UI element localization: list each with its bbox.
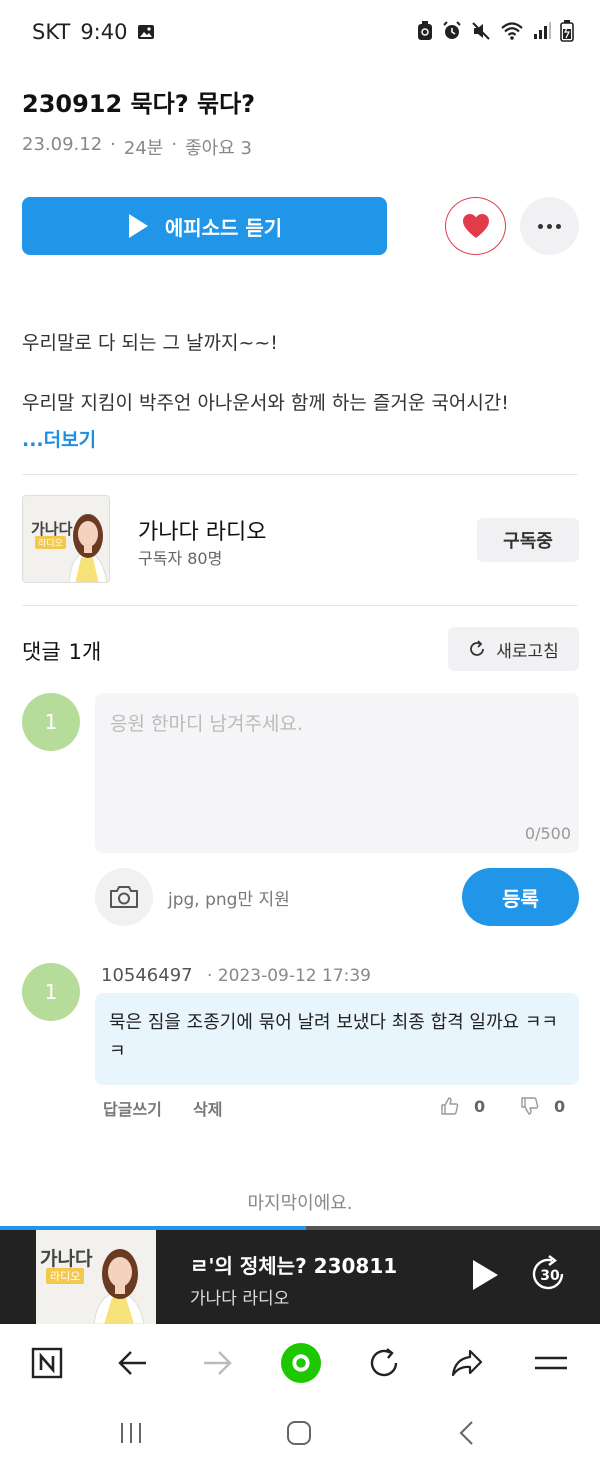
char-counter: 0/500 [524,824,571,843]
back-icon [459,1421,473,1445]
thumb-subtitle: 라디오 [46,1268,85,1284]
comment-like-button[interactable]: 0 [440,1096,485,1116]
meta-separator: · [110,134,116,155]
delete-comment-button[interactable]: 삭제 [193,1096,222,1120]
naver-home-icon [280,1342,322,1384]
reload-icon [370,1348,398,1377]
back-arrow-icon [118,1351,146,1375]
commenter-avatar: 1 [22,963,80,1021]
alarm-icon [443,21,461,39]
comment-author: 10546497 [101,965,193,986]
skip-seconds-label: 30 [540,1268,560,1284]
comment-like-count: 0 [474,1096,486,1116]
episode-duration: 24분 [123,138,164,159]
forward-button[interactable] [196,1342,238,1384]
naver-n-icon [31,1347,63,1379]
reply-button[interactable]: 답글쓰기 [103,1096,162,1120]
share-button[interactable] [446,1342,488,1384]
heart-icon [462,214,489,238]
listen-episode-label: 에피소드 듣기 [164,215,283,240]
divider [22,474,578,475]
player-play-button[interactable] [470,1258,500,1296]
refresh-comments-button[interactable]: 새로고침 [448,627,579,671]
system-navigation-bar [0,1400,600,1467]
thumbs-down-icon [521,1097,539,1115]
home-icon [287,1421,311,1445]
episode-description-line-2: 우리말 지킴이 박주언 아나운서와 함께 하는 즐거운 국어시간! [22,392,509,414]
player-channel-name: 가나다 라디오 [190,1289,290,1309]
channel-subscriber-count: 구독자 80명 [138,549,223,568]
status-left: SKT 9:40 [32,20,155,44]
channel-name[interactable]: 가나다 라디오 [138,514,266,546]
mute-icon [472,22,490,40]
thumb-title: 가나다 [40,1248,93,1270]
channel-thumbnail[interactable]: 가나다 라디오 [22,495,110,583]
menu-button[interactable] [530,1342,572,1384]
comment-input[interactable]: 응원 한마디 남겨주세요. 0/500 [95,693,579,853]
clock: 9:40 [80,20,128,44]
forward-arrow-icon [204,1351,232,1375]
upload-format-hint: jpg, png만 지원 [168,890,290,910]
comments-title: 댓글 [22,640,61,664]
dot-icon [556,223,561,229]
recent-apps-icon [121,1423,141,1443]
submit-comment-button[interactable]: 등록 [462,868,579,926]
episode-date: 23.09.12 [22,134,103,155]
browser-toolbar [0,1324,600,1400]
refresh-icon [470,640,485,656]
dot-icon [538,223,543,229]
carrier-label: SKT [32,20,71,44]
like-button[interactable] [445,197,506,255]
refresh-label: 새로고침 [496,641,559,662]
more-options-button[interactable] [520,197,579,255]
player-thumbnail: 가나다 라디오 [36,1230,156,1324]
home-button[interactable] [284,1418,314,1448]
reload-button[interactable] [363,1342,405,1384]
status-right [417,20,574,42]
comment-date: · 2023-09-12 17:39 [207,966,371,986]
mini-player[interactable]: 가나다 라디오 ㄹ'의 정체는? 230811 가나다 라디오 30 [0,1226,600,1324]
comments-count: 1개 [68,640,102,664]
status-bar: SKT 9:40 [0,0,600,66]
menu-icon [535,1356,567,1370]
episode-description-line-1: 우리말로 다 되는 그 날까지~~! [22,332,278,354]
listen-episode-button[interactable]: 에피소드 듣기 [22,197,387,255]
system-back-button[interactable] [452,1418,482,1448]
naver-home-button[interactable] [280,1342,322,1384]
episode-likes: 좋아요 3 [185,138,252,159]
comment-dislike-button[interactable]: 0 [520,1096,565,1116]
naver-n-button[interactable] [26,1342,68,1384]
wifi-icon [501,22,523,40]
show-more-link[interactable]: ...더보기 [22,425,96,452]
dot-icon [547,223,552,229]
gallery-icon [138,25,155,39]
comment-input-placeholder: 응원 한마디 남겨주세요. [110,713,303,735]
skip-forward-button[interactable]: 30 [530,1254,570,1298]
comment-dislike-count: 0 [554,1096,566,1116]
divider [22,605,578,606]
play-icon [128,214,148,238]
battery-icon [560,20,574,42]
episode-title: 230912 묵다? 묶다? [22,90,256,118]
thumbs-up-icon [441,1097,459,1115]
comment-text: 묵은 짐을 조종기에 묶어 날려 보냈다 최종 합격 일까요 ㅋㅋㅋ [95,993,579,1085]
end-of-list-label: 마지막이에요. [247,1193,353,1214]
signal-icon [534,22,551,39]
recent-apps-button[interactable] [116,1418,146,1448]
player-episode-title: ㄹ'의 정체는? 230811 [190,1254,398,1278]
meta-separator: · [171,134,178,155]
recycle-icon [418,21,432,40]
attach-photo-button[interactable] [95,868,153,926]
episode-meta: 23.09.12 · 24분 · 좋아요 3 [22,134,252,160]
comments-header: 댓글 1개 [22,636,101,666]
play-icon [473,1260,498,1290]
camera-icon [110,886,138,908]
skip-forward-30-icon: 30 [532,1255,564,1290]
my-avatar: 1 [22,693,80,751]
back-button[interactable] [112,1342,154,1384]
thumb-subtitle: 라디오 [35,536,66,549]
subscribe-button[interactable]: 구독중 [477,518,579,562]
share-icon [451,1349,483,1377]
